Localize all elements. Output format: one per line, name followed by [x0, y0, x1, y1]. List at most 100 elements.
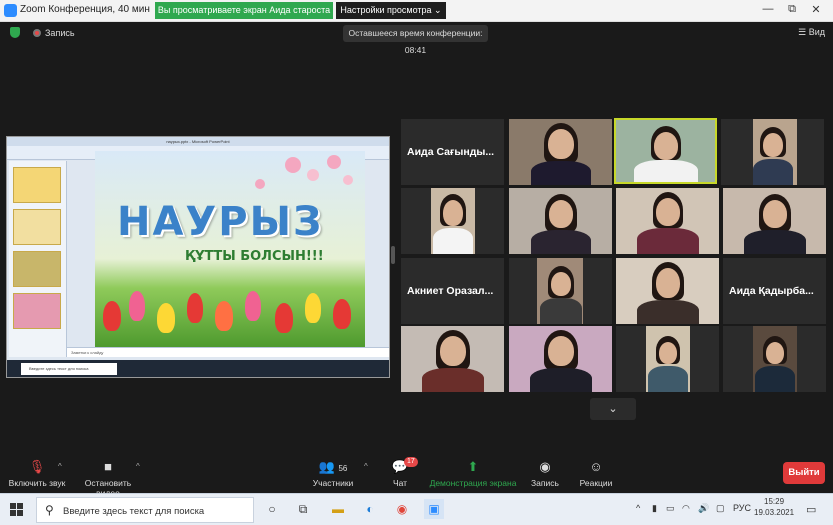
participant-video [762, 133, 783, 157]
taskbar-search-box[interactable]: ⚲ Введите здесь текст для поиска [36, 497, 254, 523]
file-explorer-icon[interactable]: ▬ [328, 499, 348, 519]
participant-tile[interactable]: Аида Қадырба... [723, 258, 826, 324]
volume-icon[interactable]: 🔊 [698, 503, 709, 514]
participant-video [548, 200, 573, 228]
participant-tile[interactable] [723, 326, 826, 392]
participants-button[interactable]: 👥 56 Участники [310, 459, 356, 489]
video-camera-icon: ■ [104, 459, 112, 474]
participant-tile[interactable] [616, 188, 719, 254]
participant-tile[interactable] [723, 188, 826, 254]
chevron-down-icon: ⌄ [608, 403, 618, 415]
chat-unread-badge: 17 [404, 457, 418, 467]
network-icon[interactable]: ▭ [666, 503, 675, 514]
title-bar: Zoom Конференция, 40 мин Вы просматривае… [0, 0, 833, 22]
leave-button[interactable]: Выйти [783, 462, 825, 484]
participants-icon: 👥 56 [318, 459, 348, 474]
record-button-label: Запись [531, 478, 559, 488]
clock-date: 19.03.2021 [754, 508, 795, 517]
minimize-icon[interactable]: — [758, 3, 778, 15]
search-icon: ⚲ [45, 503, 54, 517]
participant-tile[interactable]: Аида Сағынды... [401, 119, 504, 185]
cortana-icon[interactable]: ○ [262, 499, 282, 519]
participant-video [655, 268, 680, 298]
share-screen-label: Демонстрация экрана [429, 478, 517, 488]
language-icon[interactable]: ▢ [716, 503, 725, 514]
participant-tile[interactable] [401, 188, 504, 254]
participant-tile[interactable] [616, 258, 719, 324]
ppt-title-bar: наурыз.pptx - Microsoft PowerPoint [7, 137, 389, 146]
slide-subtitle: ҚҰТТЫ БОЛСЫН!!! [185, 249, 324, 264]
close-icon[interactable]: ✕ [806, 3, 826, 16]
restore-icon[interactable]: ⧉ [782, 3, 802, 16]
taskbar-search-placeholder: Введите здесь текст для поиска [63, 506, 205, 517]
reactions-label: Реакции [579, 478, 613, 488]
task-view-icon[interactable]: ⧉ [293, 499, 313, 519]
participant-tile[interactable] [509, 119, 612, 185]
shared-screen[interactable]: наурыз.pptx - Microsoft PowerPoint НАУРЫ… [6, 136, 390, 378]
participant-name: Аида Қадырба... [729, 285, 814, 297]
participant-tile[interactable] [509, 258, 612, 324]
shared-taskbar: Введите здесь текст для поиска [7, 360, 389, 377]
participants-count: 56 [338, 464, 348, 473]
window-title: Zoom Конференция, 40 мин [20, 4, 150, 15]
taskbar-clock[interactable]: 15:29 19.03.2021 [754, 496, 794, 518]
participant-tile[interactable] [616, 326, 719, 392]
slide-thumbnail [13, 167, 61, 203]
slide-thumbnail [13, 209, 61, 245]
participant-video [765, 342, 784, 364]
zoom-taskbar-icon[interactable]: ▣ [424, 499, 444, 519]
participant-tile[interactable] [509, 326, 612, 392]
edge-icon[interactable]: ◐ [360, 499, 380, 519]
participant-tile[interactable] [721, 119, 824, 185]
notes-bar: Заметки к слайду [67, 347, 389, 357]
view-button[interactable]: ☰ Вид [798, 27, 825, 38]
current-slide: НАУРЫЗ ҚҰТТЫ БОЛСЫН!!! [95, 151, 365, 347]
participant-tile[interactable]: Акниет Оразал... [401, 258, 504, 324]
view-options-button[interactable]: Настройки просмотра ⌄ [336, 2, 446, 19]
participants-caret-icon[interactable]: ^ [364, 462, 368, 471]
share-screen-button[interactable]: ⬆ Демонстрация экрана [428, 459, 518, 489]
zoom-window: Zoom Конференция, 40 мин Вы просматривае… [0, 0, 833, 525]
view-label: Вид [808, 27, 825, 37]
slide-title: НАУРЫЗ [117, 199, 324, 245]
chrome-icon[interactable]: ◉ [392, 499, 412, 519]
wifi-icon[interactable]: ◠ [682, 503, 690, 514]
participant-tile[interactable] [401, 326, 504, 392]
participant-name: Аида Сағынды... [407, 146, 495, 158]
windows-start-icon[interactable] [10, 503, 23, 516]
audio-options-caret-icon[interactable]: ^ [58, 462, 62, 471]
meeting-timer: Оставшееся время конференции: 08:41 [343, 25, 488, 55]
participant-video [547, 129, 574, 159]
participant-video [439, 336, 466, 366]
panel-resize-handle[interactable] [391, 246, 395, 264]
share-screen-icon: ⬆ [467, 459, 479, 474]
share-banner: Вы просматриваете экран Аида староста [155, 2, 333, 19]
participant-video [547, 336, 574, 366]
slide-thumbnails [9, 161, 67, 357]
participant-tile[interactable] [509, 188, 612, 254]
participant-video [658, 342, 677, 364]
clock-time: 15:29 [764, 497, 785, 506]
participant-video [442, 200, 463, 226]
active-speaker-tile[interactable] [614, 118, 717, 184]
zoom-app-icon [4, 4, 17, 17]
record-icon: ◉ [539, 459, 551, 474]
notifications-icon[interactable]: ▭ [806, 503, 816, 516]
reactions-icon: ☺ [589, 459, 603, 474]
reactions-button[interactable]: ☺ Реакции [578, 459, 614, 489]
keyboard-language[interactable]: РУС [733, 503, 751, 513]
more-participants-button[interactable]: ⌄ [590, 398, 636, 420]
shared-search-box: Введите здесь текст для поиска [21, 363, 117, 375]
participant-video [655, 198, 680, 226]
usb-icon[interactable]: ▮ [652, 503, 657, 514]
record-indicator-icon [33, 29, 41, 37]
record-button[interactable]: ◉ Запись [528, 459, 562, 489]
grid-icon: ☰ [798, 27, 809, 37]
unmute-label: Включить звук [8, 478, 66, 488]
record-label: Запись [45, 28, 75, 38]
security-shield-icon[interactable] [10, 27, 20, 38]
chat-label: Чат [392, 478, 408, 488]
participant-video [762, 200, 787, 228]
video-options-caret-icon[interactable]: ^ [136, 462, 140, 471]
tray-chevron-icon[interactable]: ^ [636, 503, 640, 513]
